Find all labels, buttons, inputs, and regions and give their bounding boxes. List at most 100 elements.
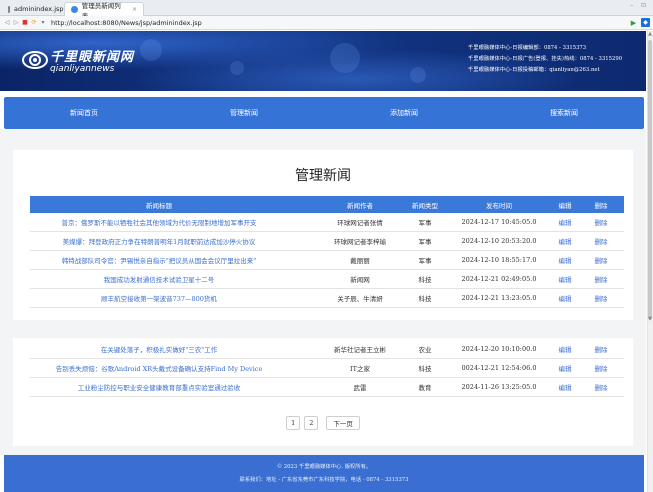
row-time: 2024-12-17 10:45:05.0	[461, 218, 537, 226]
delete-link[interactable]: 删除	[586, 378, 616, 396]
close-tab-icon[interactable]: ×	[132, 6, 137, 13]
pagination: 1 2 下一页	[0, 416, 646, 430]
table-row: 工业粉尘防控与职业安全健康教育部重点实验室通过验收 武雷 教育 2024-11-26 …	[30, 378, 624, 397]
main-nav: 新闻首页 管理新闻 添加新闻 搜索新闻	[4, 97, 644, 129]
table-row: 在关键处落子，积极扎实做好"三农"工作 新华社记者王立彬 农业 2024-12-20 …	[30, 340, 624, 359]
table-row: 我国成功发射通信技术试验卫星十二号 新闻网 科技 2024-12-21 02:49:0…	[30, 270, 624, 289]
page-title: 管理新闻	[295, 168, 351, 184]
edit-link[interactable]: 编辑	[550, 251, 580, 269]
row-time: 2024-12-20 10:10:00.0	[461, 345, 537, 353]
logo-english-text: qianliyannews	[50, 64, 115, 74]
delete-link[interactable]: 删除	[586, 251, 616, 269]
tab-label: adminindex.jsp	[14, 5, 64, 13]
browser-tab-bar: adminindex.jsp 管理员新闻列表 × – ⊡	[0, 0, 653, 20]
row-type: 军事	[418, 219, 432, 227]
next-page-button[interactable]: 下一页	[326, 416, 360, 430]
copyright-text: © 2023 千里眼融媒体中心. 版权所有。	[276, 464, 372, 470]
edit-link[interactable]: 编辑	[550, 270, 580, 288]
site-header: 千里眼新闻网 qianliyannews 千里眼融媒体中心-日报编辑部：0874…	[0, 31, 646, 91]
row-title-link[interactable]: 告别丢失烦恼：谷歌Android XR头戴式设备确认支持Find My Devi…	[30, 359, 288, 377]
table-row: 美媒爆：拜登政府正力争在特朗普明年1月就职前达成加沙停火协议 环球网记者李梓瑜 军事…	[30, 232, 624, 251]
go-icon[interactable]: ▶	[629, 18, 638, 27]
stop-icon[interactable]: ■	[21, 19, 29, 27]
row-type: 科技	[418, 295, 432, 303]
row-time: 2024-12-10 20:53:20.0	[461, 237, 537, 245]
contact-info: 千里眼融媒体中心-日报编辑部：0874 - 3315373 千里眼融媒体中心-日…	[468, 43, 622, 76]
url-field[interactable]: http://localhost:8080/News/jsp/admininde…	[51, 19, 202, 27]
row-time: 2024-12-21 13:23:05.0	[461, 294, 537, 302]
row-type: 军事	[418, 257, 432, 265]
delete-link[interactable]: 删除	[586, 213, 616, 231]
header-time: 发布时间	[486, 201, 512, 210]
table-row: 韩特战部队司令官：尹锡悦亲自指示"把议员从国会会议厅里拉出来" 戴丽丽 军事 2024…	[30, 251, 624, 270]
table-row: 告别丢失烦恼：谷歌Android XR头戴式设备确认支持Find My Devi…	[30, 359, 624, 378]
edit-link[interactable]: 编辑	[550, 340, 580, 358]
delete-link[interactable]: 删除	[586, 340, 616, 358]
page-icon	[8, 5, 10, 13]
decor-bokeh	[140, 39, 162, 61]
row-title-link[interactable]: 我国成功发射通信技术试验卫星十二号	[30, 270, 288, 288]
footer-contact: 联系我们：地址 - 广东省东莞市广东科技学院，电话 - 0874 - 33153…	[239, 477, 409, 483]
site-footer: © 2023 千里眼融媒体中心. 版权所有。 联系我们：地址 - 广东省东莞市广…	[4, 455, 644, 492]
row-type: 农业	[418, 346, 432, 354]
window-controls[interactable]: – ⊡	[630, 2, 649, 9]
header-author: 新闻作者	[347, 201, 373, 210]
edit-link[interactable]: 编辑	[550, 232, 580, 250]
nav-item-add[interactable]: 添加新闻	[324, 97, 484, 129]
eye-logo-icon	[22, 48, 50, 72]
nav-item-search[interactable]: 搜索新闻	[484, 97, 644, 129]
row-author: 环球网记者张倩	[337, 219, 383, 227]
row-title-link[interactable]: 韩特战部队司令官：尹锡悦亲自指示"把议员从国会会议厅里拉出来"	[30, 251, 288, 269]
refresh-icon[interactable]: ⟳	[30, 19, 38, 27]
page-button-2[interactable]: 2	[304, 416, 319, 430]
row-author: 新华社记者王立彬	[334, 346, 386, 354]
delete-link[interactable]: 删除	[586, 359, 616, 377]
row-time: 2024-12-21 02:49:05.0	[461, 275, 537, 283]
row-title-link[interactable]: 普京：俄罗斯不能以牺牲社会其他领域为代价无限制地增加军事开支	[30, 213, 288, 231]
contact-line: 千里眼融媒体中心-日报广告(登报、挂失)热线：0874 - 3315290	[468, 56, 623, 62]
row-type: 教育	[418, 384, 432, 392]
scroll-down-icon[interactable]: ▼	[647, 316, 653, 322]
browser-tab-active[interactable]: 管理员新闻列表 ×	[64, 2, 144, 20]
row-type: 军事	[418, 238, 432, 246]
row-author: IT之家	[350, 365, 370, 373]
row-author: 关子辰、牛清妍	[337, 295, 383, 303]
extension-icon[interactable]: ◆	[641, 18, 650, 27]
row-title-link[interactable]: 美媒爆：拜登政府正力争在特朗普明年1月就职前达成加沙停火协议	[30, 232, 288, 250]
delete-link[interactable]: 删除	[586, 232, 616, 250]
edit-link[interactable]: 编辑	[550, 213, 580, 231]
table-row: 普京：俄罗斯不能以牺牲社会其他领域为代价无限制地增加军事开支 环球网记者张倩 军事 2…	[30, 213, 624, 232]
scroll-up-icon[interactable]: ▲	[647, 31, 653, 37]
row-time: 2024-11-26 13:25:05.0	[461, 383, 537, 391]
row-author: 武雷	[353, 384, 367, 392]
edit-link[interactable]: 编辑	[550, 378, 580, 396]
site-logo[interactable]: 千里眼新闻网 qianliyannews	[22, 46, 134, 74]
decor-bokeh	[330, 43, 360, 73]
back-icon[interactable]: ◁	[3, 19, 11, 27]
page-button-1[interactable]: 1	[286, 416, 301, 430]
decor-bokeh	[410, 67, 426, 83]
table-row: 顺丰航空接收第一架波音737—800货机 关子辰、牛清妍 科技 2024-12-21 …	[30, 289, 624, 308]
row-type: 科技	[418, 276, 432, 284]
delete-link[interactable]: 删除	[586, 289, 616, 307]
row-title-link[interactable]: 在关键处落子，积极扎实做好"三农"工作	[30, 340, 288, 358]
edit-link[interactable]: 编辑	[550, 289, 580, 307]
row-title-link[interactable]: 顺丰航空接收第一架波音737—800货机	[30, 289, 288, 307]
scrollbar-thumb[interactable]	[648, 40, 652, 320]
contact-line: 千里眼融媒体中心-日报编辑部：0874 - 3315373	[468, 45, 587, 51]
header-delete: 删除	[594, 201, 608, 210]
address-bar: ◁ ▷ ■ ⟳ ▾ http://localhost:8080/News/jsp…	[0, 16, 653, 30]
contact-line: 千里眼融媒体中心-日报投稿邮箱：qianliyan@263.net	[468, 67, 600, 73]
edit-link[interactable]: 编辑	[550, 359, 580, 377]
nav-item-home[interactable]: 新闻首页	[4, 97, 164, 129]
dropdown-icon[interactable]: ▾	[39, 19, 47, 27]
delete-link[interactable]: 删除	[586, 270, 616, 288]
nav-item-manage[interactable]: 管理新闻	[164, 97, 324, 129]
browser-tab[interactable]: adminindex.jsp	[2, 2, 64, 16]
forward-icon[interactable]: ▷	[12, 19, 20, 27]
table-header: 新闻标题 新闻作者 新闻类型 发布时间 编辑 删除	[30, 196, 624, 213]
row-title-link[interactable]: 工业粉尘防控与职业安全健康教育部重点实验室通过验收	[30, 378, 288, 396]
row-author: 戴丽丽	[350, 257, 370, 265]
row-author: 新闻网	[350, 276, 370, 284]
row-type: 科技	[418, 365, 432, 373]
